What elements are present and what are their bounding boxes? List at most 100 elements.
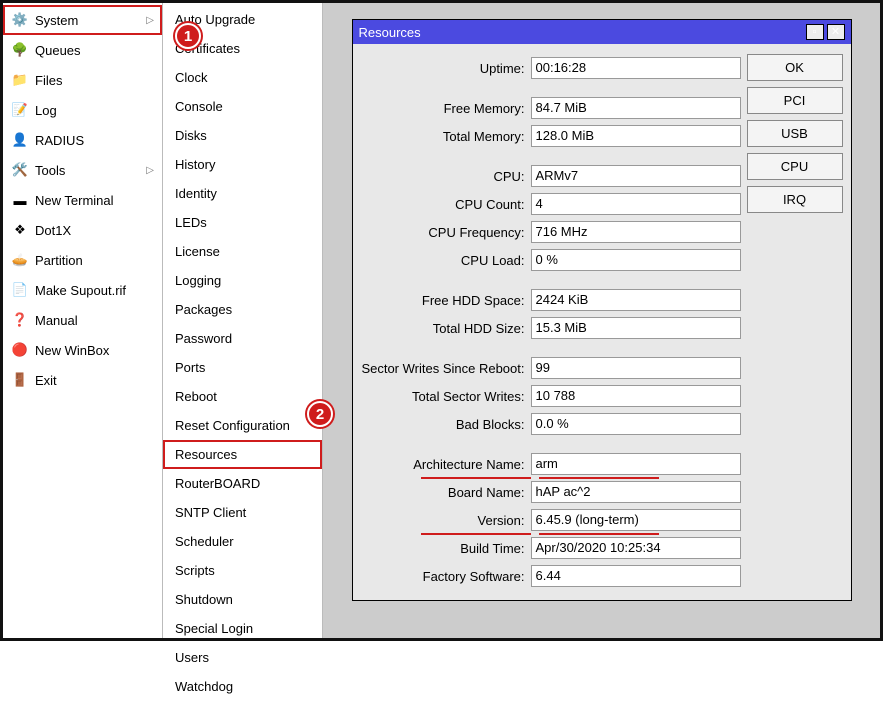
main-menu-item[interactable]: 🥧Partition xyxy=(3,245,162,275)
menu-label: RADIUS xyxy=(35,133,84,148)
submenu-item[interactable]: License xyxy=(163,237,322,266)
submenu-label: Disks xyxy=(175,128,207,143)
main-menu-item[interactable]: 📄Make Supout.rif xyxy=(3,275,162,305)
main-menu-item[interactable]: 🌳Queues xyxy=(3,35,162,65)
submenu-label: History xyxy=(175,157,215,172)
usb-button[interactable]: USB xyxy=(747,120,843,147)
menu-label: Manual xyxy=(35,313,78,328)
field-label: Factory Software: xyxy=(361,569,531,584)
field-row: Sector Writes Since Reboot:99 xyxy=(361,354,741,382)
main-menu-item[interactable]: ⚙️System▷ xyxy=(3,5,162,35)
main-menu-item[interactable]: 📝 Log xyxy=(3,95,162,125)
workspace: Resources ▫ ✕ Uptime:00:16:28Free Memory… xyxy=(323,3,880,638)
field-label: Uptime: xyxy=(361,61,531,76)
main-menu: ⚙️System▷🌳Queues📁Files 📝 Log 👤 RADIUS 🛠️Tools… xyxy=(3,3,163,638)
field-label: Architecture Name: xyxy=(361,457,531,472)
field-label: CPU: xyxy=(361,169,531,184)
supout-icon: 📄 xyxy=(11,281,29,299)
submenu-label: Packages xyxy=(175,302,232,317)
cpu-button[interactable]: CPU xyxy=(747,153,843,180)
submenu-item[interactable]: RouterBOARD xyxy=(163,469,322,498)
menu-label: Log xyxy=(35,103,57,118)
main-menu-item[interactable]: 🛠️Tools▷ xyxy=(3,155,162,185)
main-menu-item[interactable]: 📁Files xyxy=(3,65,162,95)
submenu-item[interactable]: Logging xyxy=(163,266,322,295)
field-value: arm xyxy=(531,453,741,475)
field-label: CPU Count: xyxy=(361,197,531,212)
submenu-label: Special Login xyxy=(175,621,253,636)
field-row: Architecture Name:arm xyxy=(361,450,741,478)
submenu-label: SNTP Client xyxy=(175,505,246,520)
field-label: Version: xyxy=(361,513,531,528)
submenu-item[interactable]: Ports xyxy=(163,353,322,382)
main-menu-item[interactable]: ❓ Manual xyxy=(3,305,162,335)
ok-button[interactable]: OK xyxy=(747,54,843,81)
irq-button[interactable]: IRQ xyxy=(747,186,843,213)
manual-icon: ❓ xyxy=(11,311,29,329)
exit-icon: 🚪 xyxy=(11,371,29,389)
field-row: Total HDD Size:15.3 MiB xyxy=(361,314,741,342)
submenu-item[interactable]: Shutdown xyxy=(163,585,322,614)
menu-label: New WinBox xyxy=(35,343,109,358)
submenu-item[interactable]: Scheduler xyxy=(163,527,322,556)
menu-label: New Terminal xyxy=(35,193,114,208)
main-menu-item[interactable]: ❖Dot1X xyxy=(3,215,162,245)
field-row: CPU Load:0 % xyxy=(361,246,741,274)
field-label: Total Sector Writes: xyxy=(361,389,531,404)
field-row: Total Memory:128.0 MiB xyxy=(361,122,741,150)
submenu-item[interactable]: Identity xyxy=(163,179,322,208)
field-label: Total HDD Size: xyxy=(361,321,531,336)
restore-icon[interactable]: ▫ xyxy=(806,24,824,40)
submenu-item[interactable]: SNTP Client xyxy=(163,498,322,527)
menu-label: Exit xyxy=(35,373,57,388)
submenu-item[interactable]: Reset Configuration xyxy=(163,411,322,440)
submenu-label: LEDs xyxy=(175,215,207,230)
close-icon[interactable]: ✕ xyxy=(827,24,845,40)
main-menu-item[interactable]: 🔴New WinBox xyxy=(3,335,162,365)
field-value: 15.3 MiB xyxy=(531,317,741,339)
submenu-label: Clock xyxy=(175,70,208,85)
field-value: 84.7 MiB xyxy=(531,97,741,119)
field-label: CPU Frequency: xyxy=(361,225,531,240)
field-row: Bad Blocks:0.0 % xyxy=(361,410,741,438)
field-label: Board Name: xyxy=(361,485,531,500)
field-value: 0.0 % xyxy=(531,413,741,435)
submenu-item[interactable]: Clock xyxy=(163,63,322,92)
radius-icon: 👤 xyxy=(11,131,29,149)
terminal-icon: ▬ xyxy=(11,191,29,209)
pci-button[interactable]: PCI xyxy=(747,87,843,114)
submenu-label: Watchdog xyxy=(175,679,233,694)
annotation-badge-1: 1 xyxy=(175,23,201,49)
field-row: CPU Frequency:716 MHz xyxy=(361,218,741,246)
main-menu-item[interactable]: ▬ New Terminal xyxy=(3,185,162,215)
submenu-item[interactable]: Users xyxy=(163,643,322,672)
log-icon: 📝 xyxy=(11,101,29,119)
submenu-item[interactable]: Disks xyxy=(163,121,322,150)
submenu-item[interactable]: Resources xyxy=(163,440,322,469)
field-row: CPU Count:4 xyxy=(361,190,741,218)
partition-icon: 🥧 xyxy=(11,251,29,269)
main-menu-item[interactable]: 🚪 Exit xyxy=(3,365,162,395)
submenu-label: Password xyxy=(175,331,232,346)
submenu-item[interactable]: Password xyxy=(163,324,322,353)
submenu-item[interactable]: Scripts xyxy=(163,556,322,585)
dialog-titlebar[interactable]: Resources ▫ ✕ xyxy=(353,20,851,44)
field-label: Build Time: xyxy=(361,541,531,556)
field-value: 10 788 xyxy=(531,385,741,407)
field-row: Free Memory:84.7 MiB xyxy=(361,94,741,122)
field-value: 716 MHz xyxy=(531,221,741,243)
submenu-item[interactable]: Packages xyxy=(163,295,322,324)
main-menu-item[interactable]: 👤 RADIUS xyxy=(3,125,162,155)
field-row: Build Time:Apr/30/2020 10:25:34 xyxy=(361,534,741,562)
submenu-item[interactable]: History xyxy=(163,150,322,179)
submenu-item[interactable]: Reboot xyxy=(163,382,322,411)
submenu-item[interactable]: LEDs xyxy=(163,208,322,237)
field-value: Apr/30/2020 10:25:34 xyxy=(531,537,741,559)
dialog-title: Resources xyxy=(359,25,803,40)
field-value: ARMv7 xyxy=(531,165,741,187)
submenu-label: Resources xyxy=(175,447,237,462)
submenu-item[interactable]: Watchdog xyxy=(163,672,322,701)
dot1x-icon: ❖ xyxy=(11,221,29,239)
submenu-item[interactable]: Special Login xyxy=(163,614,322,643)
submenu-item[interactable]: Console xyxy=(163,92,322,121)
